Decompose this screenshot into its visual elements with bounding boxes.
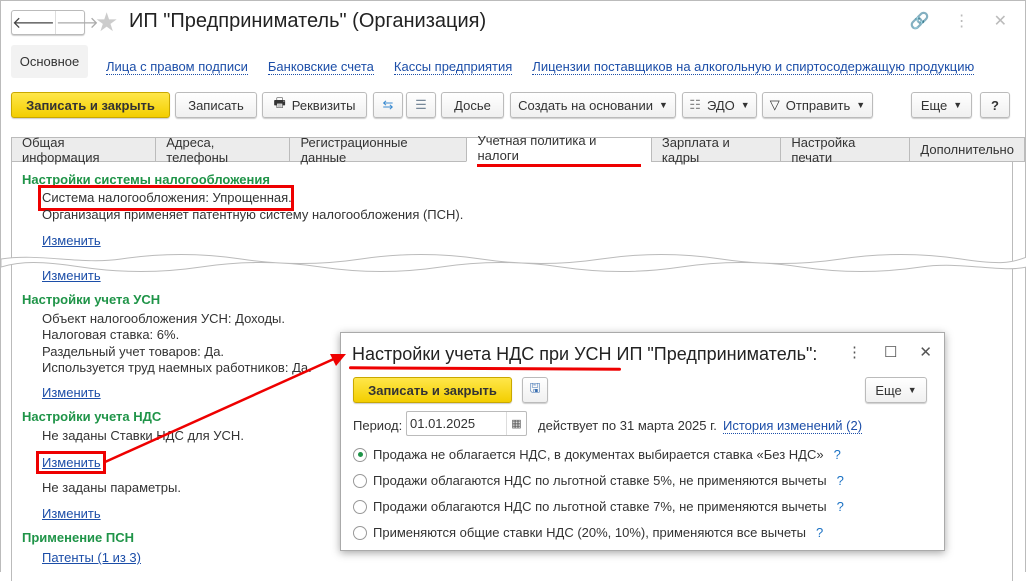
- dropdown-icon: ▼: [856, 100, 866, 110]
- dropdown-icon: ▼: [907, 385, 917, 395]
- more-vertical-icon[interactable]: ⋮: [847, 343, 862, 361]
- option-label: Продажа не облагается НДС, в документах …: [373, 447, 824, 462]
- radio-button[interactable]: [353, 473, 367, 488]
- tab-salary[interactable]: Зарплата и кадры: [650, 135, 781, 165]
- change-params-link[interactable]: Изменить: [42, 506, 101, 521]
- tab-addresses[interactable]: Адреса, телефоны: [155, 135, 290, 165]
- usn-employees: Используется труд наемных работников: Да…: [42, 360, 312, 375]
- period-value: 01.01.2025: [410, 416, 476, 431]
- create-based-label: Создать на основании: [518, 97, 653, 113]
- change-tax-system-link[interactable]: Изменить: [42, 233, 101, 248]
- dialog-more-button[interactable]: Еще ▼: [865, 377, 927, 403]
- list-icon: ☰: [415, 97, 427, 112]
- tab-registration[interactable]: Регистрационные данные: [289, 135, 467, 165]
- torn-edge: [1, 254, 1026, 272]
- radio-button[interactable]: [353, 447, 367, 462]
- usn-separate: Раздельный учет товаров: Да.: [42, 344, 225, 359]
- dropdown-icon: ▼: [740, 100, 750, 110]
- radio-option[interactable]: Применяются общие ставки НДС (20%, 10%),…: [353, 525, 823, 540]
- radio-option[interactable]: Продажа не облагается НДС, в документах …: [353, 447, 841, 462]
- exchange-icon: ⇆: [382, 97, 394, 112]
- period-label: Период:: [353, 418, 403, 433]
- psn-text: Организация применяет патентную систему …: [42, 207, 464, 222]
- change-link[interactable]: Изменить: [42, 268, 101, 283]
- nds-params-text: Не заданы параметры.: [42, 480, 181, 495]
- dossier-button[interactable]: Досье: [441, 92, 504, 118]
- close-icon[interactable]: ✕: [919, 343, 932, 361]
- link-cash-desks[interactable]: Кассы предприятия: [393, 59, 513, 75]
- close-icon[interactable]: ✕: [994, 11, 1007, 31]
- more-label: Еще: [920, 97, 948, 113]
- section-heading: Настройки учета УСН: [22, 292, 161, 307]
- dialog-title: Настройки учета НДС при УСН ИП "Предприн…: [352, 344, 818, 364]
- radio-option[interactable]: Продажи облагаются НДС по льготной ставк…: [353, 499, 844, 514]
- help-button[interactable]: ?: [980, 92, 1010, 118]
- nds-rates-text: Не заданы Ставки НДС для УСН.: [42, 428, 244, 443]
- tab-general[interactable]: Общая информация: [11, 135, 156, 165]
- radio-button[interactable]: [353, 499, 367, 514]
- link-licenses[interactable]: Лицензии поставщиков на алкогольную и сп…: [532, 59, 975, 75]
- section-heading: Настройки учета НДС: [22, 409, 162, 424]
- usn-rate: Налоговая ставка: 6%.: [42, 327, 180, 342]
- highlight-box: [36, 451, 106, 474]
- requisites-label: Реквизиты: [291, 97, 356, 113]
- option-label: Продажи облагаются НДС по льготной ставк…: [373, 473, 827, 488]
- more-button[interactable]: Еще ▼: [911, 92, 972, 118]
- patents-link[interactable]: Патенты (1 из 3): [42, 550, 141, 565]
- calendar-icon[interactable]: ▦: [506, 412, 526, 435]
- link-bank-accounts[interactable]: Банковские счета: [267, 59, 374, 75]
- tab-accounting-policy[interactable]: Учетная политика и налоги: [466, 133, 651, 167]
- link-icon[interactable]: 🔗: [910, 11, 930, 31]
- send-label: Отправить: [785, 97, 851, 113]
- edo-button[interactable]: ☷ ЭДО ▼: [682, 92, 757, 118]
- nav-buttons: 🡐 🡒: [11, 10, 99, 35]
- period-input[interactable]: 01.01.2025 ▦: [406, 411, 527, 436]
- save-close-button[interactable]: Записать и закрыть: [11, 92, 170, 118]
- printer-icon: 🖶: [273, 95, 286, 110]
- floppy-disk-icon: 🖫: [529, 380, 541, 395]
- help-icon[interactable]: ?: [834, 447, 841, 462]
- nav-primary[interactable]: Основное: [11, 45, 88, 78]
- dialog-save-button[interactable]: 🖫: [522, 377, 548, 403]
- valid-until-text: действует по 31 марта 2025 г.: [538, 418, 717, 433]
- radio-button[interactable]: [353, 525, 367, 540]
- title-underline: [348, 366, 622, 371]
- window-title: ИП "Предприниматель" (Организация): [129, 10, 487, 32]
- tab-print[interactable]: Настройка печати: [780, 135, 910, 165]
- link-signatories[interactable]: Лица с правом подписи: [106, 59, 248, 75]
- more-label: Еще: [875, 382, 902, 398]
- tab-additional[interactable]: Дополнительно: [909, 137, 1025, 162]
- option-label: Применяются общие ставки НДС (20%, 10%),…: [373, 525, 807, 540]
- send-button[interactable]: ▽ Отправить ▼: [762, 92, 873, 118]
- save-button[interactable]: Записать: [175, 92, 257, 118]
- send-icon: ▽: [769, 97, 780, 112]
- requisites-button[interactable]: 🖶 Реквизиты: [262, 92, 367, 118]
- list-button[interactable]: ☰: [406, 92, 436, 118]
- more-vertical-icon[interactable]: ⋮: [954, 11, 970, 31]
- option-label: Продажи облагаются НДС по льготной ставк…: [373, 499, 827, 514]
- nds-settings-dialog: Настройки учета НДС при УСН ИП "Предприн…: [340, 332, 945, 551]
- favorite-star-icon[interactable]: ★: [95, 7, 118, 38]
- radio-option[interactable]: Продажи облагаются НДС по льготной ставк…: [353, 473, 844, 488]
- dropdown-icon: ▼: [658, 100, 668, 110]
- tabs: Общая информация Адреса, телефоны Регист…: [11, 133, 1025, 167]
- exchange-button[interactable]: ⇆: [373, 92, 403, 118]
- section-heading: Применение ПСН: [22, 530, 135, 545]
- edo-label: ЭДО: [706, 97, 735, 113]
- dropdown-icon: ▼: [953, 100, 963, 110]
- dialog-save-close-button[interactable]: Записать и закрыть: [353, 377, 512, 403]
- usn-object: Объект налогообложения УСН: Доходы.: [42, 311, 285, 326]
- help-icon[interactable]: ?: [837, 473, 844, 488]
- history-link[interactable]: История изменений (2): [723, 418, 863, 434]
- maximize-icon[interactable]: ☐: [884, 343, 897, 361]
- change-usn-link[interactable]: Изменить: [42, 385, 101, 400]
- back-arrow-icon[interactable]: 🡐: [12, 11, 55, 34]
- edo-icon: ☷: [689, 97, 701, 112]
- help-icon[interactable]: ?: [816, 525, 823, 540]
- create-based-button[interactable]: Создать на основании ▼: [510, 92, 676, 118]
- help-icon[interactable]: ?: [837, 499, 844, 514]
- forward-arrow-icon[interactable]: 🡒: [54, 11, 99, 34]
